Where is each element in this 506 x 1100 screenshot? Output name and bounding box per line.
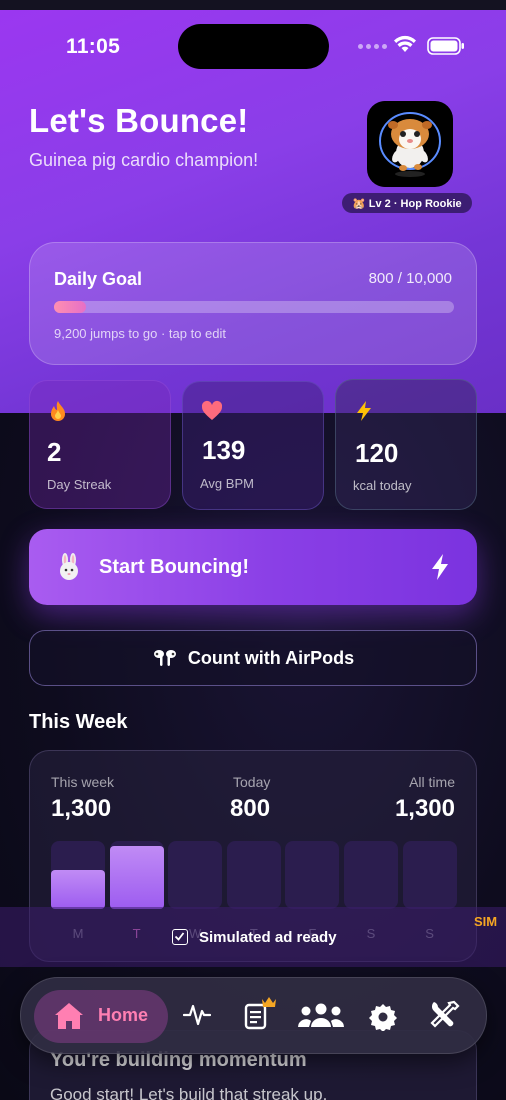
- all-time-label: All time: [409, 774, 455, 790]
- bpm-label: Avg BPM: [200, 476, 254, 491]
- friends-icon[interactable]: [297, 1003, 345, 1029]
- start-bouncing-button[interactable]: Start Bouncing!: [29, 529, 477, 605]
- momentum-text: Good start! Let's build that streak up.: [50, 1085, 328, 1100]
- day-bar: [51, 841, 105, 909]
- day-bar: [285, 841, 340, 909]
- guinea-pig-icon: [379, 112, 441, 177]
- day-bar: [109, 841, 164, 909]
- day-bar: [344, 841, 398, 909]
- daily-goal-progress-bar: [54, 301, 454, 313]
- status-time: 11:05: [66, 35, 121, 58]
- tab-bar: Home: [20, 977, 487, 1054]
- daily-goal-value: 800 / 10,000: [368, 270, 452, 287]
- streak-card: 2 Day Streak: [29, 380, 171, 509]
- week-total-label: This week: [51, 774, 115, 790]
- day-bar: [402, 841, 457, 909]
- tab-home[interactable]: Home: [34, 990, 168, 1043]
- day-bar-fill: [109, 846, 164, 909]
- page-title: Let's Bounce!: [29, 102, 249, 139]
- activity-icon[interactable]: [183, 1002, 211, 1028]
- flame-icon: [51, 401, 65, 421]
- today-label: Today: [233, 774, 271, 790]
- ad-text: Simulated ad ready: [199, 929, 337, 946]
- count-with-airpods-label: Count with AirPods: [187, 647, 355, 668]
- tools-icon[interactable]: [428, 1000, 460, 1032]
- day-bar-fill: [51, 869, 105, 909]
- kcal-value: 120: [355, 438, 399, 468]
- airpods-icon: [153, 650, 176, 666]
- leaderboard-icon[interactable]: [243, 996, 277, 1030]
- kcal-card: 120 kcal today: [335, 379, 477, 510]
- kcal-label: kcal today: [353, 478, 412, 493]
- top-frame: [0, 0, 506, 10]
- streak-value: 2: [47, 437, 62, 467]
- this-week-heading: This Week: [29, 711, 128, 733]
- guinea-pig-avatar[interactable]: [367, 101, 453, 187]
- week-total-value: 1,300: [51, 795, 112, 822]
- bpm-card: 139 Avg BPM: [182, 381, 324, 510]
- page-subtitle: Guinea pig cardio champion!: [29, 150, 259, 170]
- bolt-icon: [432, 554, 448, 580]
- home-icon: [55, 1003, 83, 1029]
- signal-dots-icon: [358, 44, 387, 49]
- level-badge: 🐹 Lv 2 · Hop Rookie: [342, 193, 472, 213]
- dynamic-island: [178, 24, 329, 69]
- heart-icon: [201, 400, 223, 420]
- checkbox-icon: [172, 929, 188, 945]
- bunny-icon: [60, 553, 78, 580]
- ad-banner[interactable]: Simulated ad ready SIM: [0, 907, 506, 967]
- wifi-icon: [394, 35, 416, 52]
- start-bouncing-label: Start Bouncing!: [99, 556, 249, 578]
- tab-home-label: Home: [98, 1005, 149, 1025]
- all-time-value: 1,300: [394, 795, 455, 822]
- daily-goal-hint: 9,200 jumps to go · tap to edit: [54, 326, 226, 341]
- daily-goal-label: Daily Goal: [54, 269, 143, 289]
- daily-goal-progress-fill: [54, 301, 86, 313]
- bolt-icon: [357, 401, 371, 421]
- day-bar: [226, 841, 281, 909]
- gear-icon[interactable]: [369, 1003, 397, 1031]
- day-bar: [168, 841, 223, 909]
- battery-icon: [427, 37, 464, 55]
- today-value: 800: [230, 795, 271, 822]
- bpm-value: 139: [202, 435, 246, 465]
- daily-goal-card[interactable]: Daily Goal 800 / 10,000 9,200 jumps to g…: [29, 242, 477, 365]
- sim-tag: SIM: [474, 914, 498, 929]
- streak-label: Day Streak: [47, 477, 112, 492]
- count-with-airpods-button[interactable]: Count with AirPods: [29, 630, 477, 686]
- weekly-bar-chart: [51, 841, 457, 909]
